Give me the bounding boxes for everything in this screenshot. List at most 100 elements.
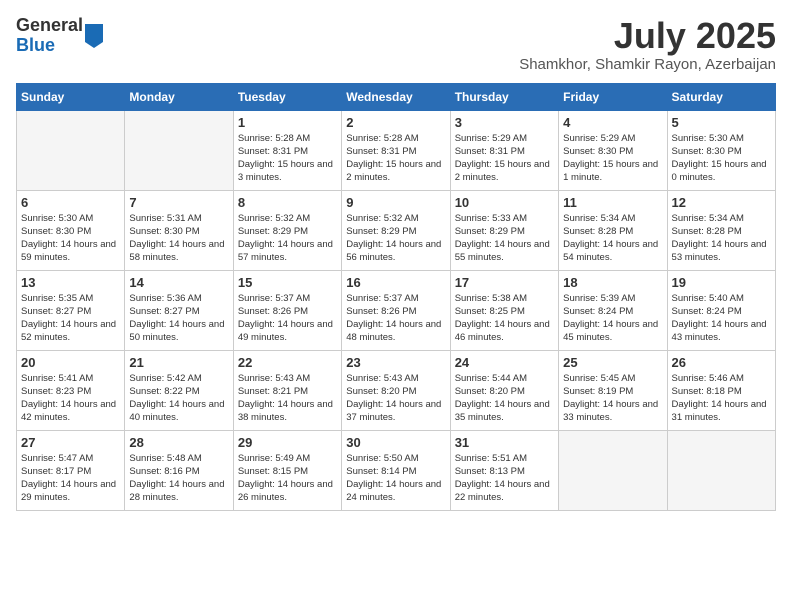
day-number: 31 [455, 435, 554, 450]
calendar-cell: 16 Sunrise: 5:37 AM Sunset: 8:26 PM Dayli… [342, 270, 450, 350]
logo-blue-text: Blue [16, 36, 83, 56]
calendar-table: SundayMondayTuesdayWednesdayThursdayFrid… [16, 83, 776, 511]
calendar-cell: 19 Sunrise: 5:40 AM Sunset: 8:24 PM Dayli… [667, 270, 775, 350]
day-number: 7 [129, 195, 228, 210]
calendar-cell: 27 Sunrise: 5:47 AM Sunset: 8:17 PM Dayli… [17, 430, 125, 510]
day-number: 1 [238, 115, 337, 130]
day-number: 27 [21, 435, 120, 450]
calendar-cell: 17 Sunrise: 5:38 AM Sunset: 8:25 PM Dayli… [450, 270, 558, 350]
day-number: 20 [21, 355, 120, 370]
day-info: Sunrise: 5:34 AM Sunset: 8:28 PM Dayligh… [672, 212, 771, 265]
calendar-cell [125, 110, 233, 190]
day-info: Sunrise: 5:46 AM Sunset: 8:18 PM Dayligh… [672, 372, 771, 425]
calendar-week-row: 27 Sunrise: 5:47 AM Sunset: 8:17 PM Dayli… [17, 430, 776, 510]
calendar-week-row: 1 Sunrise: 5:28 AM Sunset: 8:31 PM Daylig… [17, 110, 776, 190]
logo-general-text: General [16, 16, 83, 36]
calendar-cell: 29 Sunrise: 5:49 AM Sunset: 8:15 PM Dayli… [233, 430, 341, 510]
day-number: 19 [672, 275, 771, 290]
day-info: Sunrise: 5:37 AM Sunset: 8:26 PM Dayligh… [346, 292, 445, 345]
month-title: July 2025 [519, 16, 776, 56]
calendar-cell: 11 Sunrise: 5:34 AM Sunset: 8:28 PM Dayli… [559, 190, 667, 270]
calendar-cell: 9 Sunrise: 5:32 AM Sunset: 8:29 PM Daylig… [342, 190, 450, 270]
day-info: Sunrise: 5:37 AM Sunset: 8:26 PM Dayligh… [238, 292, 337, 345]
header-wednesday: Wednesday [342, 83, 450, 110]
day-info: Sunrise: 5:51 AM Sunset: 8:13 PM Dayligh… [455, 452, 554, 505]
day-number: 4 [563, 115, 662, 130]
page-header: General Blue July 2025 Shamkhor, Shamkir… [16, 16, 776, 73]
day-info: Sunrise: 5:38 AM Sunset: 8:25 PM Dayligh… [455, 292, 554, 345]
day-info: Sunrise: 5:30 AM Sunset: 8:30 PM Dayligh… [672, 132, 771, 185]
calendar-cell: 24 Sunrise: 5:44 AM Sunset: 8:20 PM Dayli… [450, 350, 558, 430]
calendar-cell: 14 Sunrise: 5:36 AM Sunset: 8:27 PM Dayli… [125, 270, 233, 350]
calendar-cell: 5 Sunrise: 5:30 AM Sunset: 8:30 PM Daylig… [667, 110, 775, 190]
day-info: Sunrise: 5:30 AM Sunset: 8:30 PM Dayligh… [21, 212, 120, 265]
calendar-cell: 12 Sunrise: 5:34 AM Sunset: 8:28 PM Dayli… [667, 190, 775, 270]
calendar-cell: 7 Sunrise: 5:31 AM Sunset: 8:30 PM Daylig… [125, 190, 233, 270]
calendar-cell: 31 Sunrise: 5:51 AM Sunset: 8:13 PM Dayli… [450, 430, 558, 510]
day-info: Sunrise: 5:32 AM Sunset: 8:29 PM Dayligh… [346, 212, 445, 265]
day-number: 2 [346, 115, 445, 130]
day-number: 6 [21, 195, 120, 210]
calendar-week-row: 20 Sunrise: 5:41 AM Sunset: 8:23 PM Dayli… [17, 350, 776, 430]
day-number: 29 [238, 435, 337, 450]
day-info: Sunrise: 5:31 AM Sunset: 8:30 PM Dayligh… [129, 212, 228, 265]
day-number: 18 [563, 275, 662, 290]
header-tuesday: Tuesday [233, 83, 341, 110]
day-number: 3 [455, 115, 554, 130]
calendar-week-row: 13 Sunrise: 5:35 AM Sunset: 8:27 PM Dayli… [17, 270, 776, 350]
day-number: 14 [129, 275, 228, 290]
day-number: 5 [672, 115, 771, 130]
day-number: 17 [455, 275, 554, 290]
calendar-cell: 28Sunrise: 5:48 AM Sunset: 8:16 PM Dayli… [125, 430, 233, 510]
day-number: 16 [346, 275, 445, 290]
day-info: Sunrise: 5:43 AM Sunset: 8:20 PM Dayligh… [346, 372, 445, 425]
day-info: Sunrise: 5:36 AM Sunset: 8:27 PM Dayligh… [129, 292, 228, 345]
logo-icon [85, 24, 103, 48]
day-info: Sunrise: 5:50 AM Sunset: 8:14 PM Dayligh… [346, 452, 445, 505]
day-number: 22 [238, 355, 337, 370]
day-info: Sunrise: 5:40 AM Sunset: 8:24 PM Dayligh… [672, 292, 771, 345]
day-number: 25 [563, 355, 662, 370]
title-block: July 2025 Shamkhor, Shamkir Rayon, Azerb… [519, 16, 776, 73]
day-number: 9 [346, 195, 445, 210]
day-info: Sunrise: 5:28 AM Sunset: 8:31 PM Dayligh… [238, 132, 337, 185]
header-monday: Monday [125, 83, 233, 110]
day-info: Sunrise: 5:48 AM Sunset: 8:16 PM Dayligh… [129, 452, 228, 505]
calendar-cell [17, 110, 125, 190]
day-number: 11 [563, 195, 662, 210]
day-number: 30 [346, 435, 445, 450]
calendar-header-row: SundayMondayTuesdayWednesdayThursdayFrid… [17, 83, 776, 110]
calendar-cell: 6 Sunrise: 5:30 AM Sunset: 8:30 PM Daylig… [17, 190, 125, 270]
day-info: Sunrise: 5:34 AM Sunset: 8:28 PM Dayligh… [563, 212, 662, 265]
calendar-cell: 22 Sunrise: 5:43 AM Sunset: 8:21 PM Dayli… [233, 350, 341, 430]
calendar-cell: 26 Sunrise: 5:46 AM Sunset: 8:18 PM Dayli… [667, 350, 775, 430]
day-number: 24 [455, 355, 554, 370]
day-number: 12 [672, 195, 771, 210]
calendar-cell [559, 430, 667, 510]
day-info: Sunrise: 5:49 AM Sunset: 8:15 PM Dayligh… [238, 452, 337, 505]
day-number: 15 [238, 275, 337, 290]
calendar-cell: 3 Sunrise: 5:29 AM Sunset: 8:31 PM Daylig… [450, 110, 558, 190]
header-thursday: Thursday [450, 83, 558, 110]
day-info: Sunrise: 5:29 AM Sunset: 8:31 PM Dayligh… [455, 132, 554, 185]
day-info: Sunrise: 5:28 AM Sunset: 8:31 PM Dayligh… [346, 132, 445, 185]
day-info: Sunrise: 5:47 AM Sunset: 8:17 PM Dayligh… [21, 452, 120, 505]
calendar-cell: 30 Sunrise: 5:50 AM Sunset: 8:14 PM Dayli… [342, 430, 450, 510]
calendar-cell: 15 Sunrise: 5:37 AM Sunset: 8:26 PM Dayli… [233, 270, 341, 350]
day-number: 26 [672, 355, 771, 370]
calendar-cell: 21Sunrise: 5:42 AM Sunset: 8:22 PM Dayli… [125, 350, 233, 430]
calendar-cell: 13 Sunrise: 5:35 AM Sunset: 8:27 PM Dayli… [17, 270, 125, 350]
day-info: Sunrise: 5:39 AM Sunset: 8:24 PM Dayligh… [563, 292, 662, 345]
day-info: Sunrise: 5:33 AM Sunset: 8:29 PM Dayligh… [455, 212, 554, 265]
day-number: 21 [129, 355, 228, 370]
day-number: 13 [21, 275, 120, 290]
day-info: Sunrise: 5:35 AM Sunset: 8:27 PM Dayligh… [21, 292, 120, 345]
day-number: 23 [346, 355, 445, 370]
header-saturday: Saturday [667, 83, 775, 110]
header-friday: Friday [559, 83, 667, 110]
day-info: Sunrise: 5:43 AM Sunset: 8:21 PM Dayligh… [238, 372, 337, 425]
calendar-cell: 20 Sunrise: 5:41 AM Sunset: 8:23 PM Dayli… [17, 350, 125, 430]
day-info: Sunrise: 5:41 AM Sunset: 8:23 PM Dayligh… [21, 372, 120, 425]
day-number: 8 [238, 195, 337, 210]
day-info: Sunrise: 5:44 AM Sunset: 8:20 PM Dayligh… [455, 372, 554, 425]
